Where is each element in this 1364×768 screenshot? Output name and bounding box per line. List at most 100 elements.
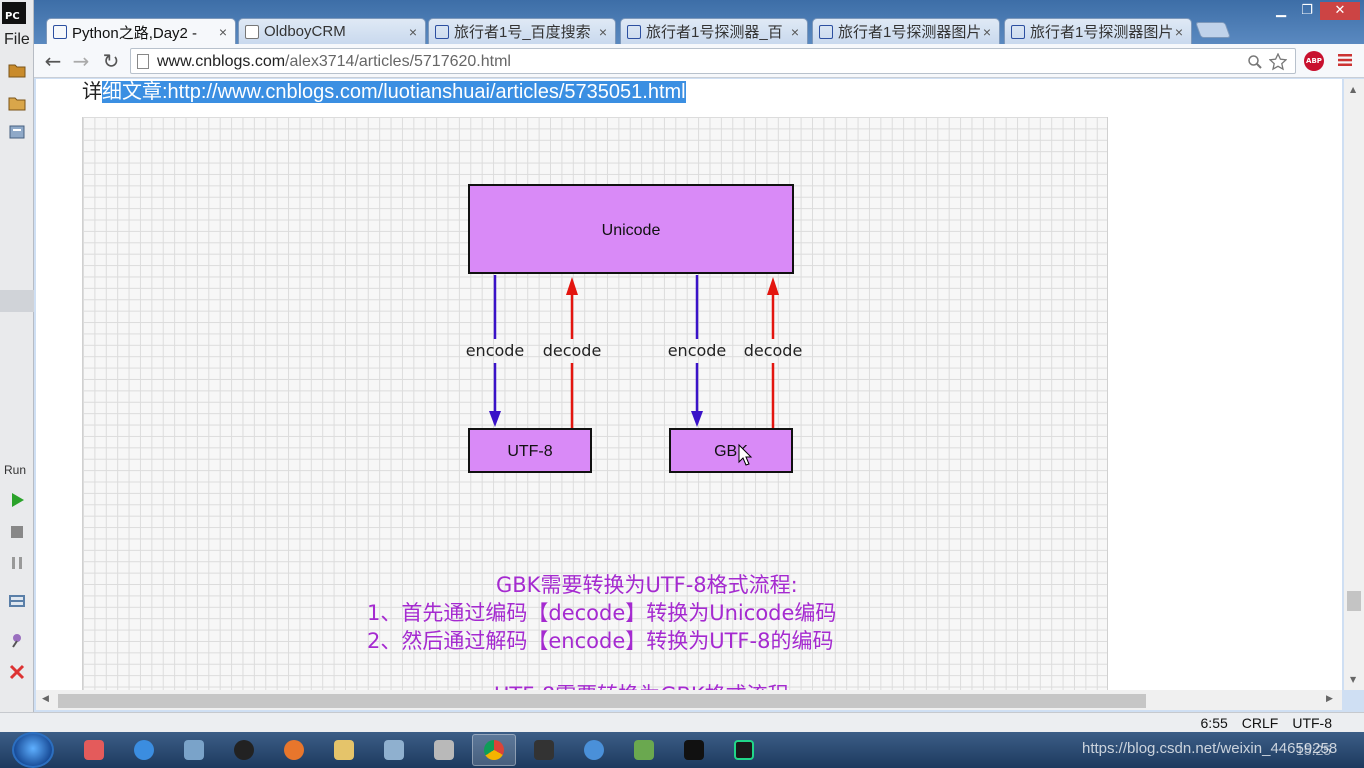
taskbar-qq[interactable]	[222, 734, 266, 766]
decode-label-left: decode	[543, 341, 602, 360]
taskbar-app-8[interactable]	[422, 734, 466, 766]
page-icon	[137, 54, 149, 69]
tab-baidu-search[interactable]: 旅行者1号_百度搜索 ×	[428, 18, 616, 44]
close-run-icon[interactable]	[8, 664, 26, 680]
taskbar-chrome[interactable]	[472, 734, 516, 766]
bookmark-star-icon[interactable]	[1269, 53, 1287, 71]
tab-python-day2[interactable]: Python之路,Day2 - ×	[46, 18, 236, 45]
zoom-icon[interactable]	[1247, 54, 1263, 70]
scroll-up-icon[interactable]: ▲	[1350, 85, 1356, 94]
window-close-icon[interactable]: ✕	[1320, 2, 1360, 20]
taskbar-firefox[interactable]	[272, 734, 316, 766]
scroll-left-icon[interactable]: ◀	[42, 694, 49, 704]
pycharm-icon	[734, 740, 754, 760]
address-bar[interactable]: www.cnblogs.com/alex3714/articles/571762…	[130, 48, 1296, 74]
scroll-down-icon[interactable]: ▼	[1350, 675, 1356, 684]
start-button[interactable]	[12, 732, 54, 768]
taskbar-explorer[interactable]	[322, 734, 366, 766]
app-icon	[584, 740, 604, 760]
tab-bar: Python之路,Day2 - × OldboyCRM × 旅行者1号_百度搜索…	[34, 0, 1364, 45]
close-icon[interactable]: ×	[407, 24, 419, 40]
detail-article-link[interactable]: 详细文章:http://www.cnblogs.com/luotianshuai…	[82, 79, 686, 104]
unicode-box-label: Unicode	[602, 222, 661, 239]
url-text[interactable]: www.cnblogs.com/alex3714/articles/571762…	[157, 53, 511, 71]
close-icon[interactable]: ×	[1173, 24, 1185, 40]
vertical-scroll-thumb[interactable]	[1347, 591, 1361, 611]
taskbar-app-3[interactable]	[172, 734, 216, 766]
baidu-paw-icon	[1011, 24, 1025, 39]
taskbar-app-10[interactable]	[522, 734, 566, 766]
app-icon	[534, 740, 554, 760]
decode-arrowhead-left	[566, 277, 578, 295]
stop-icon[interactable]	[8, 524, 26, 540]
caption-utf8-to-gbk-title: UTF-8需要转换为GBK格式流程:	[494, 679, 796, 690]
project-icon[interactable]	[8, 95, 26, 111]
tab-voyager-baike[interactable]: 旅行者1号探测器_百 ×	[620, 18, 808, 44]
app-icon	[434, 740, 454, 760]
decode-label-right: decode	[744, 341, 803, 360]
baidu-paw-icon	[435, 24, 449, 39]
tab-voyager-images-1[interactable]: 旅行者1号探测器图片 ×	[812, 18, 1000, 44]
taskbar-app-11[interactable]	[572, 734, 616, 766]
close-icon[interactable]: ×	[597, 24, 609, 40]
file-menu[interactable]: File	[4, 31, 30, 49]
cnblogs-icon	[53, 25, 67, 39]
close-icon[interactable]: ×	[981, 24, 993, 40]
pin-icon[interactable]	[8, 632, 26, 648]
encoding-selector[interactable]: UTF-8	[1292, 715, 1332, 731]
ide-status-bar: 6:55 CRLF UTF-8	[0, 712, 1364, 732]
structure-icon[interactable]	[8, 124, 26, 140]
taskbar-pycharm[interactable]	[722, 734, 766, 766]
caption-step-1: 1、首先通过编码【decode】转换为Unicode编码	[367, 601, 837, 625]
encoding-diagram-image: Unicode UTF-8 GBK encode decode encode d…	[82, 117, 1108, 690]
taskbar-app-12[interactable]	[622, 734, 666, 766]
new-tab-button[interactable]	[1195, 22, 1231, 38]
app-icon	[84, 740, 104, 760]
taskbar-app-1[interactable]	[72, 734, 116, 766]
scroll-right-icon[interactable]: ▶	[1326, 694, 1333, 704]
adblock-plus-icon[interactable]: ABP	[1304, 51, 1324, 71]
page-content: 详细文章:http://www.cnblogs.com/luotianshuai…	[36, 79, 1342, 690]
tool-strip-selection	[0, 290, 34, 312]
pause-icon[interactable]	[8, 555, 26, 571]
minimize-icon[interactable]: ▁	[1268, 2, 1294, 20]
maximize-icon[interactable]: ❐	[1294, 2, 1320, 20]
browser-window: Python之路,Day2 - × OldboyCRM × 旅行者1号_百度搜索…	[34, 0, 1364, 712]
forward-arrow-icon[interactable]: →	[70, 50, 92, 72]
caret-position[interactable]: 6:55	[1201, 715, 1228, 731]
close-icon[interactable]: ×	[789, 24, 801, 40]
app-icon	[384, 740, 404, 760]
tab-voyager-images-2[interactable]: 旅行者1号探测器图片 ×	[1004, 18, 1192, 44]
chrome-icon	[484, 740, 504, 760]
run-play-icon[interactable]	[8, 492, 26, 508]
taskbar-ie[interactable]	[122, 734, 166, 766]
reload-icon[interactable]: ↻	[100, 50, 122, 72]
folder-icon[interactable]	[8, 62, 26, 78]
taskbar-app-7[interactable]	[372, 734, 416, 766]
baidu-paw-icon	[819, 24, 833, 39]
back-arrow-icon[interactable]: ←	[42, 50, 64, 72]
tab-oldboycrm[interactable]: OldboyCRM ×	[238, 18, 426, 44]
encode-arrowhead-left	[489, 411, 501, 427]
folder-icon	[334, 740, 354, 760]
run-label: Run	[4, 463, 27, 477]
horizontal-scroll-thumb[interactable]	[58, 694, 1146, 708]
encode-arrowhead-right	[691, 411, 703, 427]
encode-label-right: encode	[668, 341, 727, 360]
taskbar-terminal[interactable]	[672, 734, 716, 766]
firefox-icon	[284, 740, 304, 760]
line-ending-selector[interactable]: CRLF	[1242, 715, 1279, 731]
baidu-paw-icon	[627, 24, 641, 39]
browser-toolbar: ← → ↻ www.cnblogs.com/alex3714/articles/…	[34, 44, 1364, 78]
caption-gbk-to-utf8-title: GBK需要转换为UTF-8格式流程:	[496, 573, 798, 597]
vertical-scrollbar[interactable]: ▲ ▼	[1344, 79, 1364, 690]
windows-taskbar: https://blog.csdn.net/weixin_44659258 15…	[0, 732, 1364, 768]
layout-icon[interactable]	[8, 593, 26, 609]
menu-icon[interactable]	[1338, 53, 1352, 67]
close-icon[interactable]: ×	[217, 24, 229, 40]
caption-step-2: 2、然后通过解码【encode】转换为UTF-8的编码	[367, 629, 834, 653]
ide-tool-strip: PC File Run	[0, 0, 34, 712]
app-icon	[634, 740, 654, 760]
clock[interactable]: 15:25	[1296, 742, 1331, 758]
horizontal-scrollbar[interactable]: ◀ ▶	[36, 690, 1342, 710]
